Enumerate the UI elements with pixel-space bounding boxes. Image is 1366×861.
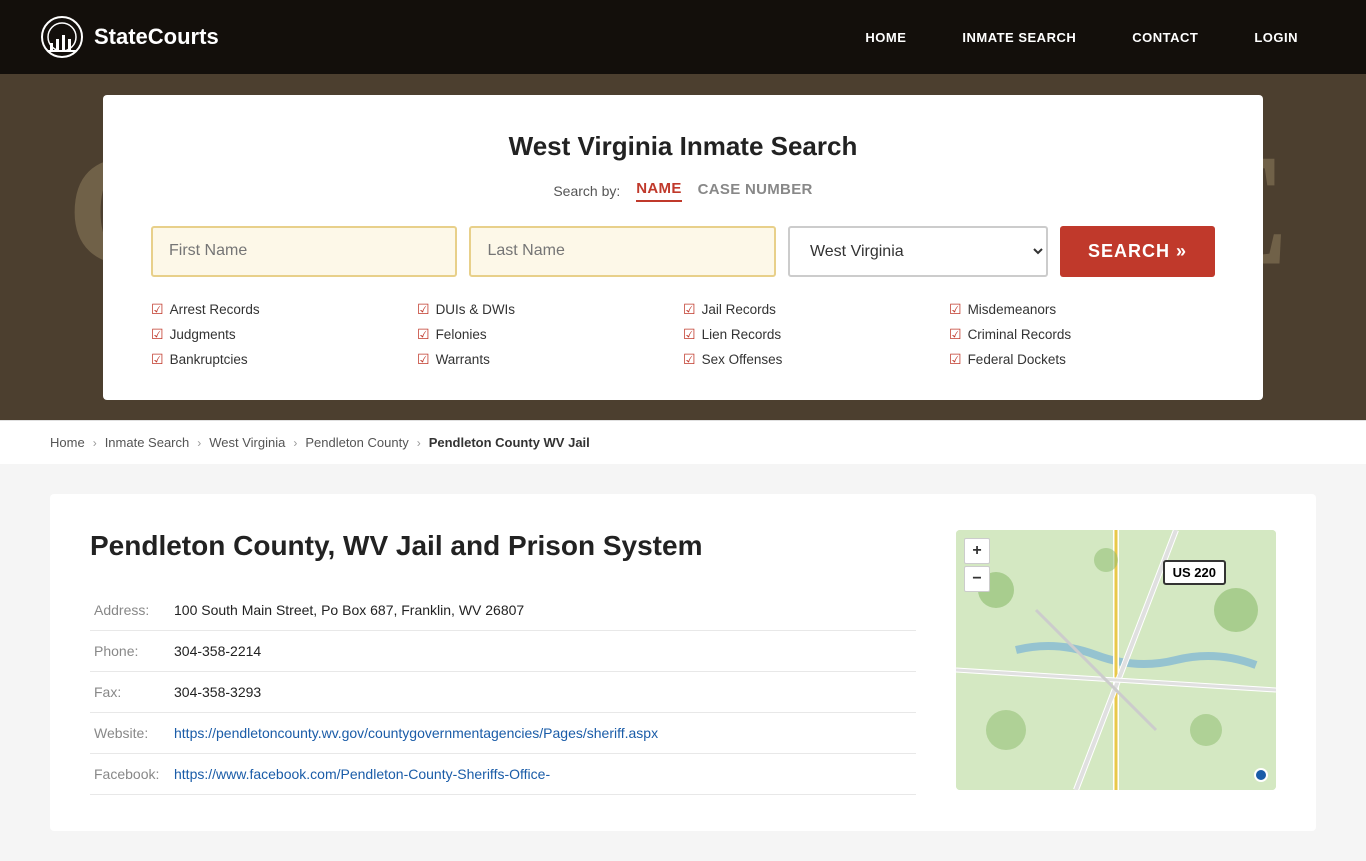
checkbox-item: ☑ Bankruptcies bbox=[151, 351, 417, 368]
main-nav: HOME INMATE SEARCH CONTACT LOGIN bbox=[837, 0, 1326, 74]
breadcrumb-sep-3: › bbox=[293, 436, 297, 450]
modal-title: West Virginia Inmate Search bbox=[151, 131, 1215, 162]
checkbox-label: Criminal Records bbox=[968, 327, 1072, 342]
checkbox-icon: ☑ bbox=[417, 326, 430, 343]
facebook-row: Facebook: https://www.facebook.com/Pendl… bbox=[90, 754, 916, 795]
search-inputs: West Virginia Alabama Alaska Arizona SEA… bbox=[151, 226, 1215, 277]
nav-inmate-search[interactable]: INMATE SEARCH bbox=[934, 0, 1104, 74]
checkbox-item: ☑ DUIs & DWIs bbox=[417, 301, 683, 318]
info-table: Address: 100 South Main Street, Po Box 6… bbox=[90, 590, 916, 795]
checkbox-label: Felonies bbox=[436, 327, 487, 342]
search-by-row: Search by: NAME CASE NUMBER bbox=[151, 180, 1215, 202]
checkbox-label: Bankruptcies bbox=[170, 352, 248, 367]
facility-title: Pendleton County, WV Jail and Prison Sys… bbox=[90, 530, 916, 562]
logo-icon bbox=[40, 15, 84, 59]
checkbox-item: ☑ Lien Records bbox=[683, 326, 949, 343]
checkbox-label: Federal Dockets bbox=[968, 352, 1066, 367]
search-modal: West Virginia Inmate Search Search by: N… bbox=[103, 95, 1263, 400]
breadcrumb-current: Pendleton County WV Jail bbox=[429, 435, 590, 450]
checkbox-item: ☑ Arrest Records bbox=[151, 301, 417, 318]
website-link[interactable]: https://pendletoncounty.wv.gov/countygov… bbox=[174, 725, 658, 741]
checkbox-item: ☑ Jail Records bbox=[683, 301, 949, 318]
address-label: Address: bbox=[90, 590, 170, 631]
breadcrumb-sep-2: › bbox=[197, 436, 201, 450]
checkbox-icon: ☑ bbox=[151, 351, 164, 368]
search-button[interactable]: SEARCH » bbox=[1060, 226, 1215, 277]
checkbox-icon: ☑ bbox=[949, 301, 962, 318]
breadcrumb-home[interactable]: Home bbox=[50, 435, 85, 450]
phone-label: Phone: bbox=[90, 631, 170, 672]
breadcrumb-inmate-search[interactable]: Inmate Search bbox=[105, 435, 190, 450]
checkbox-label: Judgments bbox=[170, 327, 236, 342]
address-value: 100 South Main Street, Po Box 687, Frank… bbox=[170, 590, 916, 631]
checkbox-label: Sex Offenses bbox=[702, 352, 783, 367]
checkbox-icon: ☑ bbox=[417, 301, 430, 318]
breadcrumb-county[interactable]: Pendleton County bbox=[305, 435, 408, 450]
checkbox-item: ☑ Warrants bbox=[417, 351, 683, 368]
checkbox-icon: ☑ bbox=[151, 301, 164, 318]
facebook-value: https://www.facebook.com/Pendleton-Count… bbox=[170, 754, 916, 795]
breadcrumb-sep-4: › bbox=[417, 436, 421, 450]
main-content: Pendleton County, WV Jail and Prison Sys… bbox=[0, 464, 1366, 861]
checkbox-label: Lien Records bbox=[702, 327, 782, 342]
checkbox-icon: ☑ bbox=[151, 326, 164, 343]
address-row: Address: 100 South Main Street, Po Box 6… bbox=[90, 590, 916, 631]
checkbox-label: Misdemeanors bbox=[968, 302, 1057, 317]
checkbox-icon: ☑ bbox=[683, 326, 696, 343]
content-left: Pendleton County, WV Jail and Prison Sys… bbox=[90, 530, 916, 795]
header: StateCourts HOME INMATE SEARCH CONTACT L… bbox=[0, 0, 1366, 74]
checkbox-label: Jail Records bbox=[702, 302, 776, 317]
breadcrumb-sep-1: › bbox=[93, 436, 97, 450]
nav-contact[interactable]: CONTACT bbox=[1104, 0, 1226, 74]
checkboxes-grid: ☑ Arrest Records ☑ DUIs & DWIs ☑ Jail Records… bbox=[151, 301, 1215, 368]
checkbox-item: ☑ Criminal Records bbox=[949, 326, 1215, 343]
checkbox-icon: ☑ bbox=[949, 351, 962, 368]
map-svg bbox=[956, 530, 1276, 790]
tab-name[interactable]: NAME bbox=[636, 180, 681, 202]
fax-value: 304-358-3293 bbox=[170, 672, 916, 713]
fax-label: Fax: bbox=[90, 672, 170, 713]
nav-login[interactable]: LOGIN bbox=[1226, 0, 1326, 74]
first-name-input[interactable] bbox=[151, 226, 457, 277]
checkbox-icon: ☑ bbox=[417, 351, 430, 368]
website-row: Website: https://pendletoncounty.wv.gov/… bbox=[90, 713, 916, 754]
state-select[interactable]: West Virginia Alabama Alaska Arizona bbox=[788, 226, 1048, 277]
phone-row: Phone: 304-358-2214 bbox=[90, 631, 916, 672]
nav-home[interactable]: HOME bbox=[837, 0, 934, 74]
last-name-input[interactable] bbox=[469, 226, 775, 277]
checkbox-item: ☑ Federal Dockets bbox=[949, 351, 1215, 368]
checkbox-item: ☑ Sex Offenses bbox=[683, 351, 949, 368]
map-location-dot bbox=[1254, 768, 1268, 782]
map-road-label: US 220 bbox=[1163, 560, 1226, 585]
logo-area: StateCourts bbox=[40, 15, 219, 59]
checkbox-icon: ☑ bbox=[683, 351, 696, 368]
search-by-label: Search by: bbox=[553, 183, 620, 199]
map-zoom-in[interactable]: + bbox=[964, 538, 990, 564]
facebook-label: Facebook: bbox=[90, 754, 170, 795]
logo-text: StateCourts bbox=[94, 24, 219, 50]
breadcrumb: Home › Inmate Search › West Virginia › P… bbox=[0, 420, 1366, 464]
checkbox-item: ☑ Misdemeanors bbox=[949, 301, 1215, 318]
website-value: https://pendletoncounty.wv.gov/countygov… bbox=[170, 713, 916, 754]
checkbox-item: ☑ Judgments bbox=[151, 326, 417, 343]
phone-value: 304-358-2214 bbox=[170, 631, 916, 672]
facebook-link[interactable]: https://www.facebook.com/Pendleton-Count… bbox=[174, 766, 550, 782]
checkbox-label: Warrants bbox=[436, 352, 490, 367]
checkbox-icon: ☑ bbox=[683, 301, 696, 318]
content-card: Pendleton County, WV Jail and Prison Sys… bbox=[50, 494, 1316, 831]
website-label: Website: bbox=[90, 713, 170, 754]
breadcrumb-state[interactable]: West Virginia bbox=[209, 435, 285, 450]
fax-row: Fax: 304-358-3293 bbox=[90, 672, 916, 713]
tab-case-number[interactable]: CASE NUMBER bbox=[698, 181, 813, 201]
checkbox-item: ☑ Felonies bbox=[417, 326, 683, 343]
checkbox-label: Arrest Records bbox=[170, 302, 260, 317]
checkbox-label: DUIs & DWIs bbox=[436, 302, 516, 317]
checkbox-icon: ☑ bbox=[949, 326, 962, 343]
map-zoom-out[interactable]: − bbox=[964, 566, 990, 592]
map-controls: + − bbox=[964, 538, 990, 592]
map-area: US 220 + − bbox=[956, 530, 1276, 790]
